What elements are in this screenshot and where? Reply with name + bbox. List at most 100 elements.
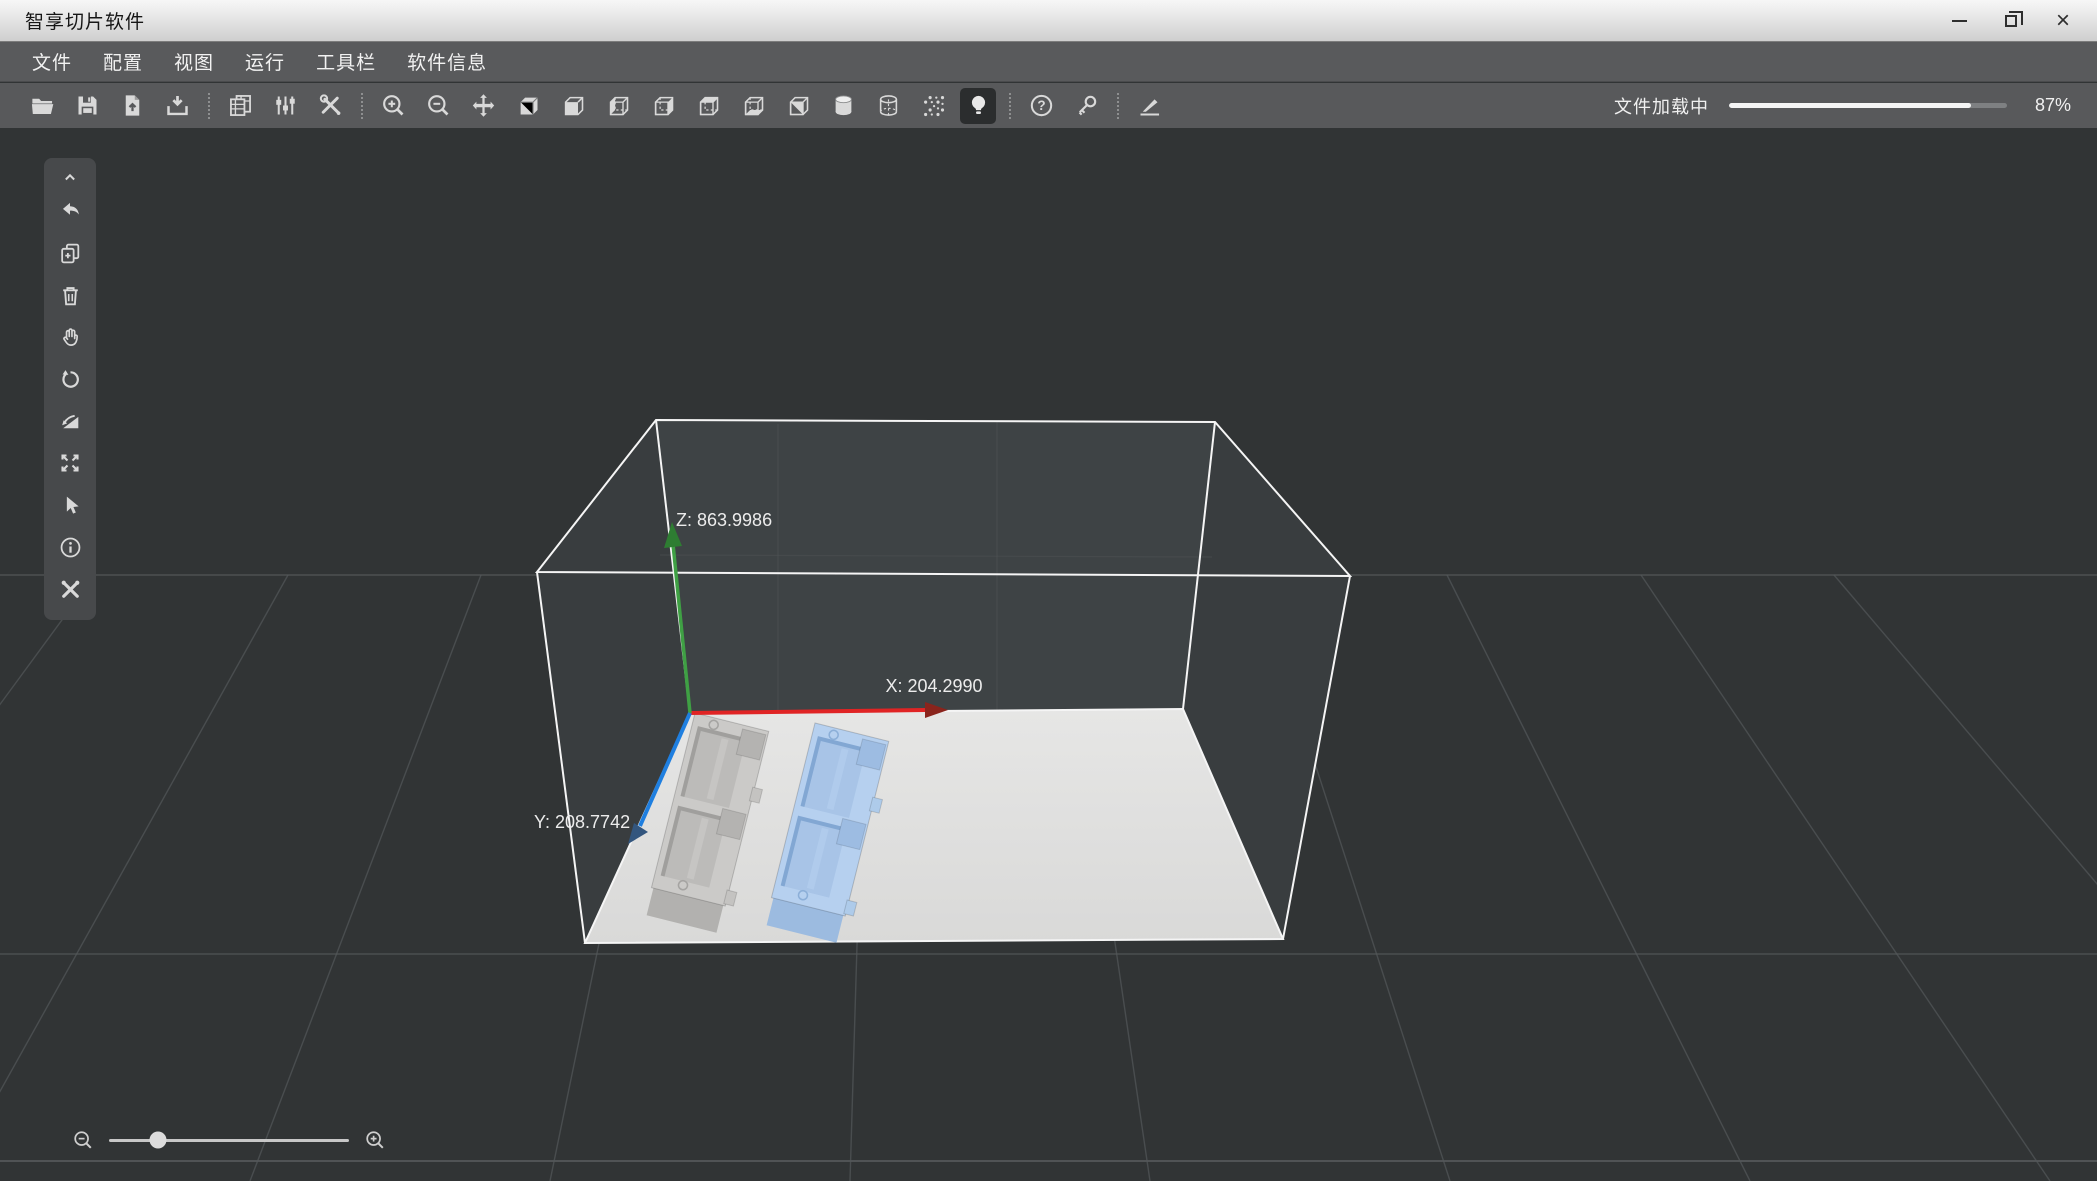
view-iso-button[interactable] (780, 88, 816, 124)
restore-icon (2005, 11, 2023, 27)
minimize-button[interactable] (1933, 0, 1985, 42)
zoom-slider-handle[interactable] (149, 1131, 167, 1149)
cylinder-wireframe-icon (879, 95, 897, 116)
titlebar: 智享切片软件 × (0, 0, 2097, 42)
collapse-chevron-button[interactable] (48, 164, 92, 190)
select-cursor-button[interactable] (48, 484, 92, 526)
point-cloud-icon (923, 96, 944, 117)
tools-button[interactable] (312, 88, 348, 124)
close-button[interactable]: × (2037, 0, 2089, 42)
file-upload-button[interactable] (114, 88, 150, 124)
duplicate-button[interactable] (48, 232, 92, 274)
save-button[interactable] (69, 88, 105, 124)
cut-knife-icon (1140, 99, 1159, 116)
open-folder-icon (31, 98, 53, 114)
window-controls: × (1933, 0, 2089, 42)
z-axis-label: Z: 863.9986 (676, 510, 772, 530)
light-toggle-button[interactable] (960, 87, 996, 124)
file-loading-progress: 文件加载中 87% (1614, 93, 2071, 119)
collapse-chevron-icon (65, 173, 75, 181)
info-button[interactable] (48, 526, 92, 568)
progress-percent: 87% (2034, 95, 2071, 115)
view-left-face-button[interactable] (600, 88, 636, 124)
view-solid-cube-icon (520, 97, 538, 115)
toolbar-separator (361, 92, 363, 119)
point-cloud-button[interactable] (915, 88, 951, 124)
file-upload-icon (125, 95, 139, 116)
open-folder-button[interactable] (24, 88, 60, 124)
viewport-canvas[interactable]: Z: 863.9986 X: 204.2990 Y: 208.7742 (0, 128, 2097, 1181)
lay-flat-icon (61, 414, 78, 428)
progress-bar-fill (1729, 103, 1971, 108)
repair-tools-button[interactable] (48, 568, 92, 610)
pan-button[interactable] (48, 316, 92, 358)
menu-about[interactable]: 软件信息 (407, 48, 487, 75)
zoom-control (72, 1129, 386, 1151)
x-axis-label: X: 204.2990 (885, 676, 982, 696)
parameter-table-button[interactable] (222, 88, 258, 124)
move-icon (472, 94, 494, 117)
zoom-in-button[interactable] (375, 88, 411, 124)
view-top-face-button[interactable] (690, 88, 726, 124)
y-axis-label: Y: 208.7742 (534, 812, 630, 832)
zoom-out-button[interactable] (420, 88, 456, 124)
menu-view[interactable]: 视图 (174, 48, 214, 75)
pan-icon (62, 327, 78, 346)
undo-button[interactable] (48, 190, 92, 232)
view-front-face-button[interactable] (555, 88, 591, 124)
view-bottom-face-icon (744, 96, 763, 116)
delete-button[interactable] (48, 274, 92, 316)
cylinder-solid-icon (834, 95, 852, 116)
info-icon (60, 537, 80, 557)
menu-run[interactable]: 运行 (245, 48, 285, 75)
minimize-icon (1951, 20, 1967, 22)
close-icon: × (2055, 7, 2070, 34)
toolbar-separator (1117, 92, 1119, 119)
import-button[interactable] (159, 88, 195, 124)
window-title: 智享切片软件 (25, 12, 146, 33)
view-bottom-face-button[interactable] (735, 88, 771, 124)
key-button[interactable] (1068, 88, 1104, 124)
view-right-face-icon (654, 96, 673, 116)
cylinder-solid-button[interactable] (825, 88, 861, 124)
cylinder-wireframe-button[interactable] (870, 88, 906, 124)
key-icon (1078, 95, 1096, 116)
zoom-out-slider-icon[interactable] (72, 1129, 94, 1151)
scale-expand-button[interactable] (48, 442, 92, 484)
restore-button[interactable] (1985, 0, 2037, 42)
undo-icon (62, 202, 79, 215)
import-icon (166, 95, 188, 116)
progress-bar (1729, 103, 2007, 108)
sliders-button[interactable] (267, 88, 303, 124)
menubar: 文件 配置 视图 运行 工具栏 软件信息 (0, 42, 2097, 82)
menu-config[interactable]: 配置 (103, 48, 143, 75)
toolbar-separator (208, 92, 210, 119)
tools-icon (319, 94, 340, 115)
toolbar-separator (1009, 92, 1011, 119)
delete-icon (62, 286, 78, 305)
sliders-icon (275, 96, 295, 115)
light-icon (971, 95, 985, 115)
rotate-button[interactable] (48, 358, 92, 400)
help-button[interactable]: ? (1023, 88, 1059, 124)
zoom-slider-track[interactable] (109, 1131, 349, 1149)
lay-flat-button[interactable] (48, 400, 92, 442)
move-button[interactable] (465, 88, 501, 124)
view-right-face-button[interactable] (645, 88, 681, 124)
view-solid-cube-button[interactable] (510, 88, 546, 124)
zoom-in-slider-icon[interactable] (364, 1129, 386, 1151)
zoom-in-icon (382, 95, 403, 116)
view-iso-icon (789, 96, 808, 116)
toolbar: ? 文件加载中 87% (0, 83, 2097, 128)
view-top-face-icon (699, 96, 718, 116)
help-icon: ? (1030, 94, 1052, 117)
menu-file[interactable]: 文件 (32, 48, 72, 75)
save-icon (78, 96, 96, 115)
select-cursor-icon (66, 496, 79, 514)
cut-knife-button[interactable] (1131, 88, 1167, 124)
menu-toolbar[interactable]: 工具栏 (316, 48, 376, 75)
svg-text:?: ? (1037, 98, 1045, 113)
side-tool-palette (44, 158, 96, 620)
scale-expand-icon (61, 454, 79, 472)
view-front-face-icon (564, 96, 583, 116)
